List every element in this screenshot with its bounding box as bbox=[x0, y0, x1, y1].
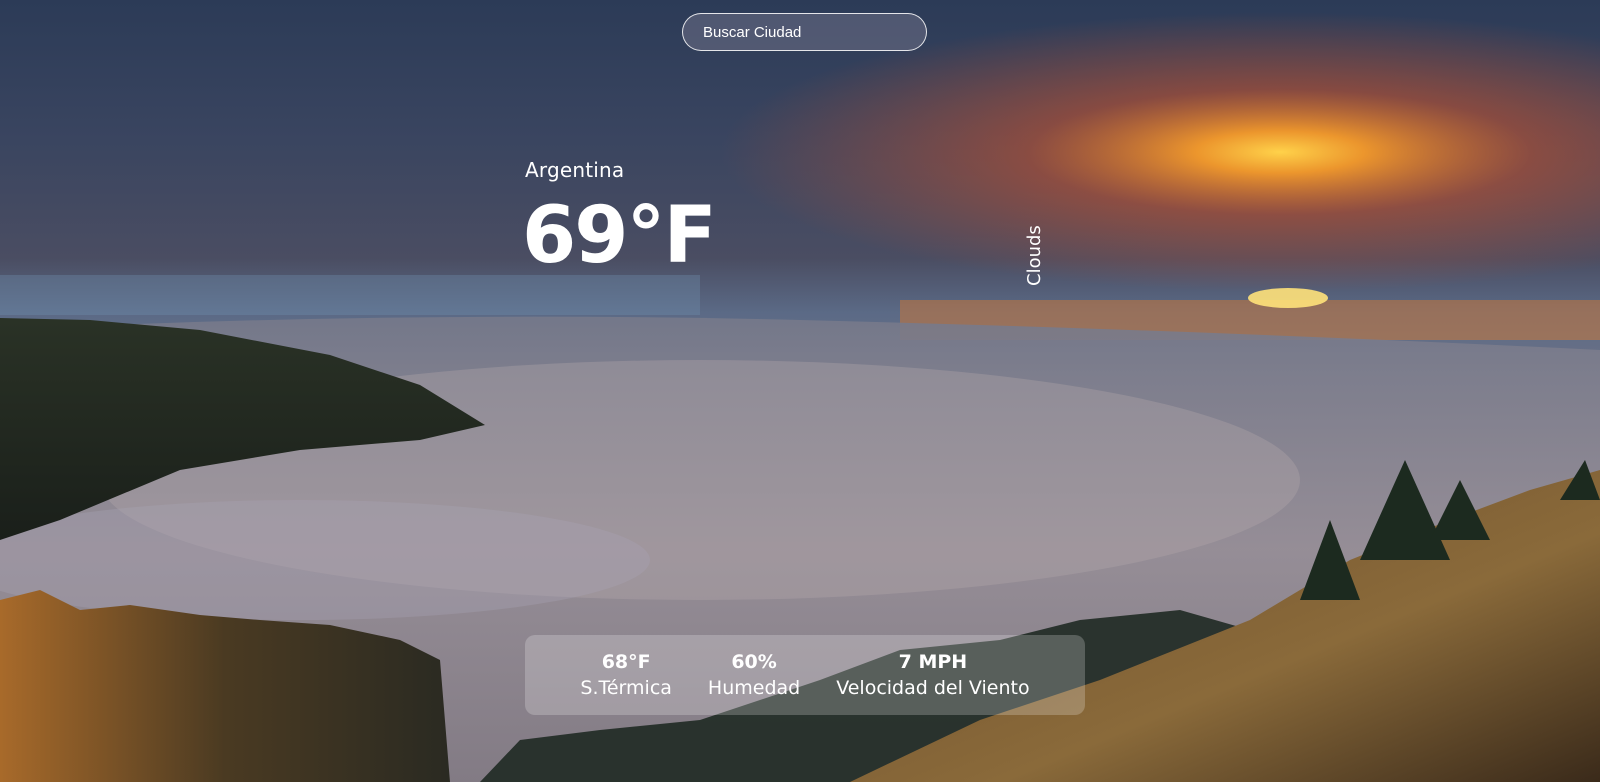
search-bar bbox=[682, 13, 927, 51]
current-temperature: 69°F bbox=[522, 191, 717, 281]
wind-speed-label: Velocidad del Viento bbox=[836, 677, 1030, 699]
humidity-value: 60% bbox=[731, 651, 777, 673]
humidity-label: Humedad bbox=[707, 677, 801, 699]
feels-like-value: 68°F bbox=[601, 651, 651, 673]
weather-stats-panel: 68°F S.Térmica 60% Humedad 7 MPH Velocid… bbox=[525, 635, 1085, 715]
location-name: Argentina bbox=[525, 158, 625, 182]
wind-speed-stat: 7 MPH Velocidad del Viento bbox=[836, 649, 1029, 701]
wind-speed-value: 7 MPH bbox=[898, 651, 968, 673]
feels-like-label: S.Térmica bbox=[580, 677, 672, 699]
weather-description: Clouds bbox=[1024, 225, 1045, 286]
search-input[interactable] bbox=[682, 13, 927, 51]
weather-app: Argentina 69°F Clouds 68°F S.Térmica 60%… bbox=[0, 0, 1600, 782]
humidity-stat: 60% Humedad bbox=[708, 649, 800, 701]
feels-like-stat: 68°F S.Térmica bbox=[580, 649, 672, 701]
